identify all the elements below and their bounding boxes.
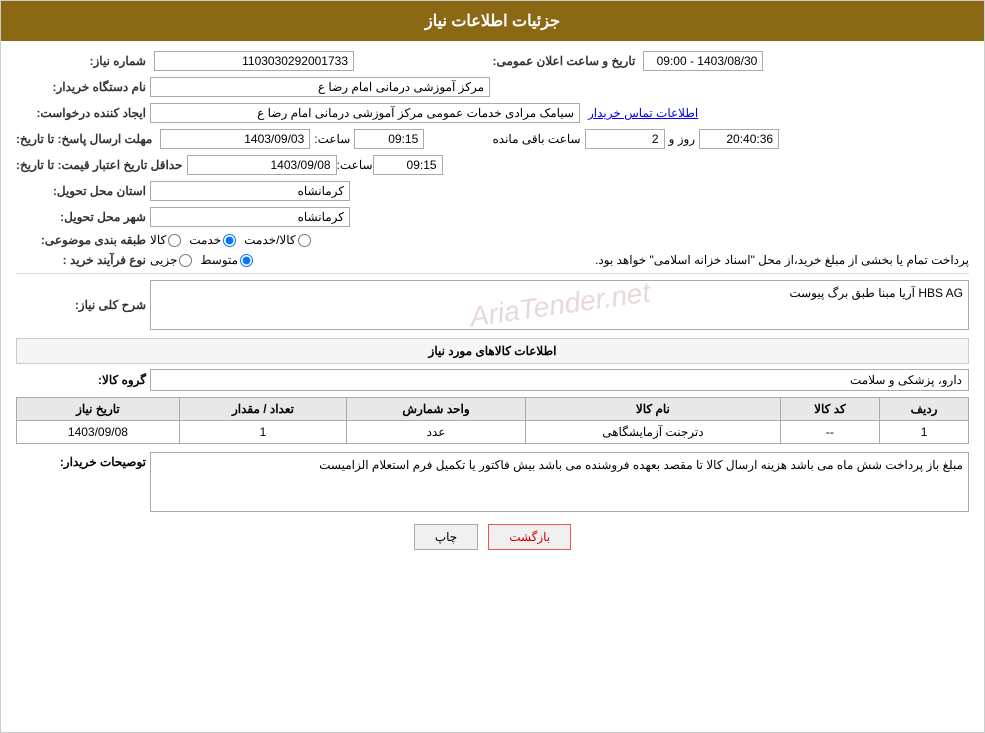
payment-note-text: پرداخت تمام یا بخشی از مبلغ خرید،از محل … xyxy=(271,253,969,267)
tabi-kala-khadamat-radio[interactable] xyxy=(298,234,311,247)
tabi-kala-radio[interactable] xyxy=(168,234,181,247)
noe-jozi-label[interactable]: جزیی xyxy=(150,253,192,267)
table-cell: دترجنت آزمایشگاهی xyxy=(525,421,780,444)
tarikh-ersal-date: 1403/09/03 xyxy=(160,129,310,149)
table-body: 1--دترجنت آزمایشگاهیعدد11403/09/08 xyxy=(17,421,969,444)
namdastgah-label: نام دستگاه خریدار: xyxy=(16,80,146,94)
noe-jozi-radio[interactable] xyxy=(179,254,192,267)
print-button[interactable]: چاپ xyxy=(414,524,478,550)
sharh-value: HBS AG آریا مبنا طبق برگ پیوست xyxy=(789,286,963,300)
tabi-kala-label[interactable]: کالا xyxy=(150,233,181,247)
page-wrapper: جزئیات اطلاعات نیاز 1403/08/30 - 09:00 ت… xyxy=(0,0,985,733)
row-tabi: کالا/خدمت خدمت کالا طبقه بندی موضوعی: xyxy=(16,233,969,247)
noe-motovaset-radio[interactable] xyxy=(240,254,253,267)
shomare-niaz-value: 1103030292001733 xyxy=(154,51,354,71)
sharh-box: AriaTender.net HBS AG آریا مبنا طبق برگ … xyxy=(150,280,969,330)
watermark-sharh: AriaTender.net xyxy=(467,277,651,334)
tabi-khadamat-label[interactable]: خدمت xyxy=(189,233,236,247)
table-cell: -- xyxy=(780,421,879,444)
row-tarikh-etebar: 09:15 ساعت: 1403/09/08 حداقل تاریخ اعتبا… xyxy=(16,155,969,175)
tabi-kala-text: کالا xyxy=(150,233,166,247)
shahr-value: کرمانشاه xyxy=(150,207,350,227)
row-ijadkonande: اطلاعات تماس خریدار سیامک مرادی خدمات عم… xyxy=(16,103,969,123)
row-shomare-tarikh: 1403/08/30 - 09:00 تاریخ و ساعت اعلان عم… xyxy=(16,51,969,71)
table-cell: 1403/09/08 xyxy=(17,421,180,444)
table-cell: 1 xyxy=(179,421,346,444)
table-head: ردیف کد کالا نام کالا واحد شمارش تعداد /… xyxy=(17,398,969,421)
table-row: 1--دترجنت آزمایشگاهیعدد11403/09/08 xyxy=(17,421,969,444)
countdown-time: 20:40:36 xyxy=(699,129,779,149)
tabi-kala-khadamat-label[interactable]: کالا/خدمت xyxy=(244,233,310,247)
row-namdastgah: مرکز آموزشی درمانی امام رضا ع نام دستگاه… xyxy=(16,77,969,97)
tabi-label: طبقه بندی موضوعی: xyxy=(16,233,146,247)
kala-info-title: اطلاعات کالاهای مورد نیاز xyxy=(16,338,969,364)
ijadkonande-label: ایجاد کننده درخواست: xyxy=(16,106,146,120)
row-description: توصیحات خریدار: xyxy=(16,452,969,512)
tarikh-elan-col: 1403/08/30 - 09:00 تاریخ و ساعت اعلان عم… xyxy=(493,51,970,71)
countdown-roz-label: روز و xyxy=(669,132,696,146)
col-tedad: تعداد / مقدار xyxy=(179,398,346,421)
row-tarikh-ersal: 20:40:36 روز و 2 ساعت باقی مانده 09:15 س… xyxy=(16,129,969,149)
description-label: توصیحات خریدار: xyxy=(16,452,146,469)
sharh-label: شرح کلی نیاز: xyxy=(16,298,146,312)
buttons-row: بازگشت چاپ xyxy=(16,524,969,550)
row-ostan: کرمانشاه استان محل تحویل: xyxy=(16,181,969,201)
col-tarikh: تاریخ نیاز xyxy=(17,398,180,421)
ostan-label: استان محل تحویل: xyxy=(16,184,146,198)
row-group-kala: دارو، پزشکی و سلامت گروه کالا: xyxy=(16,369,969,391)
tarikh-elan-value: 1403/08/30 - 09:00 xyxy=(643,51,763,71)
ijadkonande-value: سیامک مرادی خدمات عمومی مرکز آموزشی درما… xyxy=(150,103,580,123)
col-nam: نام کالا xyxy=(525,398,780,421)
tarikh-etebar-date: 1403/09/08 xyxy=(187,155,337,175)
row-sharh: AriaTender.net HBS AG آریا مبنا طبق برگ … xyxy=(16,280,969,330)
description-textarea[interactable] xyxy=(150,452,969,512)
namdastgah-value: مرکز آموزشی درمانی امام رضا ع xyxy=(150,77,490,97)
tarikh-elan-label: تاریخ و ساعت اعلان عمومی: xyxy=(493,54,636,68)
back-button[interactable]: بازگشت xyxy=(488,524,571,550)
noe-motovaset-text: متوسط xyxy=(200,253,238,267)
main-content: 1403/08/30 - 09:00 تاریخ و ساعت اعلان عم… xyxy=(1,41,984,572)
col-radif: ردیف xyxy=(880,398,969,421)
divider1 xyxy=(16,273,969,274)
countdown-label: ساعت باقی مانده xyxy=(493,132,581,146)
tarikh-ersal-time: 09:15 xyxy=(354,129,424,149)
items-table: ردیف کد کالا نام کالا واحد شمارش تعداد /… xyxy=(16,397,969,444)
tarikh-etebar-label: حداقل تاریخ اعتبار قیمت: تا تاریخ: xyxy=(16,158,183,172)
tabi-radio-group: کالا/خدمت خدمت کالا xyxy=(150,233,311,247)
page-title: جزئیات اطلاعات نیاز xyxy=(425,13,560,30)
tarikh-etebar-time: 09:15 xyxy=(373,155,443,175)
row-shahr: کرمانشاه شهر محل تحویل: xyxy=(16,207,969,227)
tarikh-etebar-time-label: ساعت: xyxy=(337,158,373,172)
page-header: جزئیات اطلاعات نیاز xyxy=(1,1,984,41)
ostan-value: کرمانشاه xyxy=(150,181,350,201)
tabi-khadamat-text: خدمت xyxy=(189,233,221,247)
shahr-label: شهر محل تحویل: xyxy=(16,210,146,224)
noe-farayand-label: نوع فرآیند خرید : xyxy=(16,253,146,267)
col-vahed: واحد شمارش xyxy=(347,398,526,421)
tarikh-ersal-label: مهلت ارسال پاسخ: تا تاریخ: xyxy=(16,132,152,146)
tarikh-ersal-col: 09:15 ساعت: 1403/09/03 مهلت ارسال پاسخ: … xyxy=(16,129,493,149)
tarikh-ersal-time-label: ساعت: xyxy=(314,132,350,146)
tabi-khadamat-radio[interactable] xyxy=(223,234,236,247)
table-cell: عدد xyxy=(347,421,526,444)
row-noe-farayand: پرداخت تمام یا بخشی از مبلغ خرید،از محل … xyxy=(16,253,969,267)
group-kala-label: گروه کالا: xyxy=(16,373,146,387)
shomare-niaz-col: 1103030292001733 شماره نیاز: xyxy=(16,51,493,71)
table-cell: 1 xyxy=(880,421,969,444)
group-kala-value: دارو، پزشکی و سلامت xyxy=(150,369,969,391)
table-header-row: ردیف کد کالا نام کالا واحد شمارش تعداد /… xyxy=(17,398,969,421)
countdown-col: 20:40:36 روز و 2 ساعت باقی مانده xyxy=(493,129,970,149)
noe-farayand-radio-group: پرداخت تمام یا بخشی از مبلغ خرید،از محل … xyxy=(150,253,969,267)
shomare-niaz-label: شماره نیاز: xyxy=(16,54,146,68)
noe-jozi-text: جزیی xyxy=(150,253,177,267)
col-kod: کد کالا xyxy=(780,398,879,421)
noe-motovaset-label[interactable]: متوسط xyxy=(200,253,253,267)
ettelaat-tamas-link[interactable]: اطلاعات تماس خریدار xyxy=(588,106,698,120)
countdown-roz: 2 xyxy=(585,129,665,149)
tabi-kala-khadamat-text: کالا/خدمت xyxy=(244,233,295,247)
